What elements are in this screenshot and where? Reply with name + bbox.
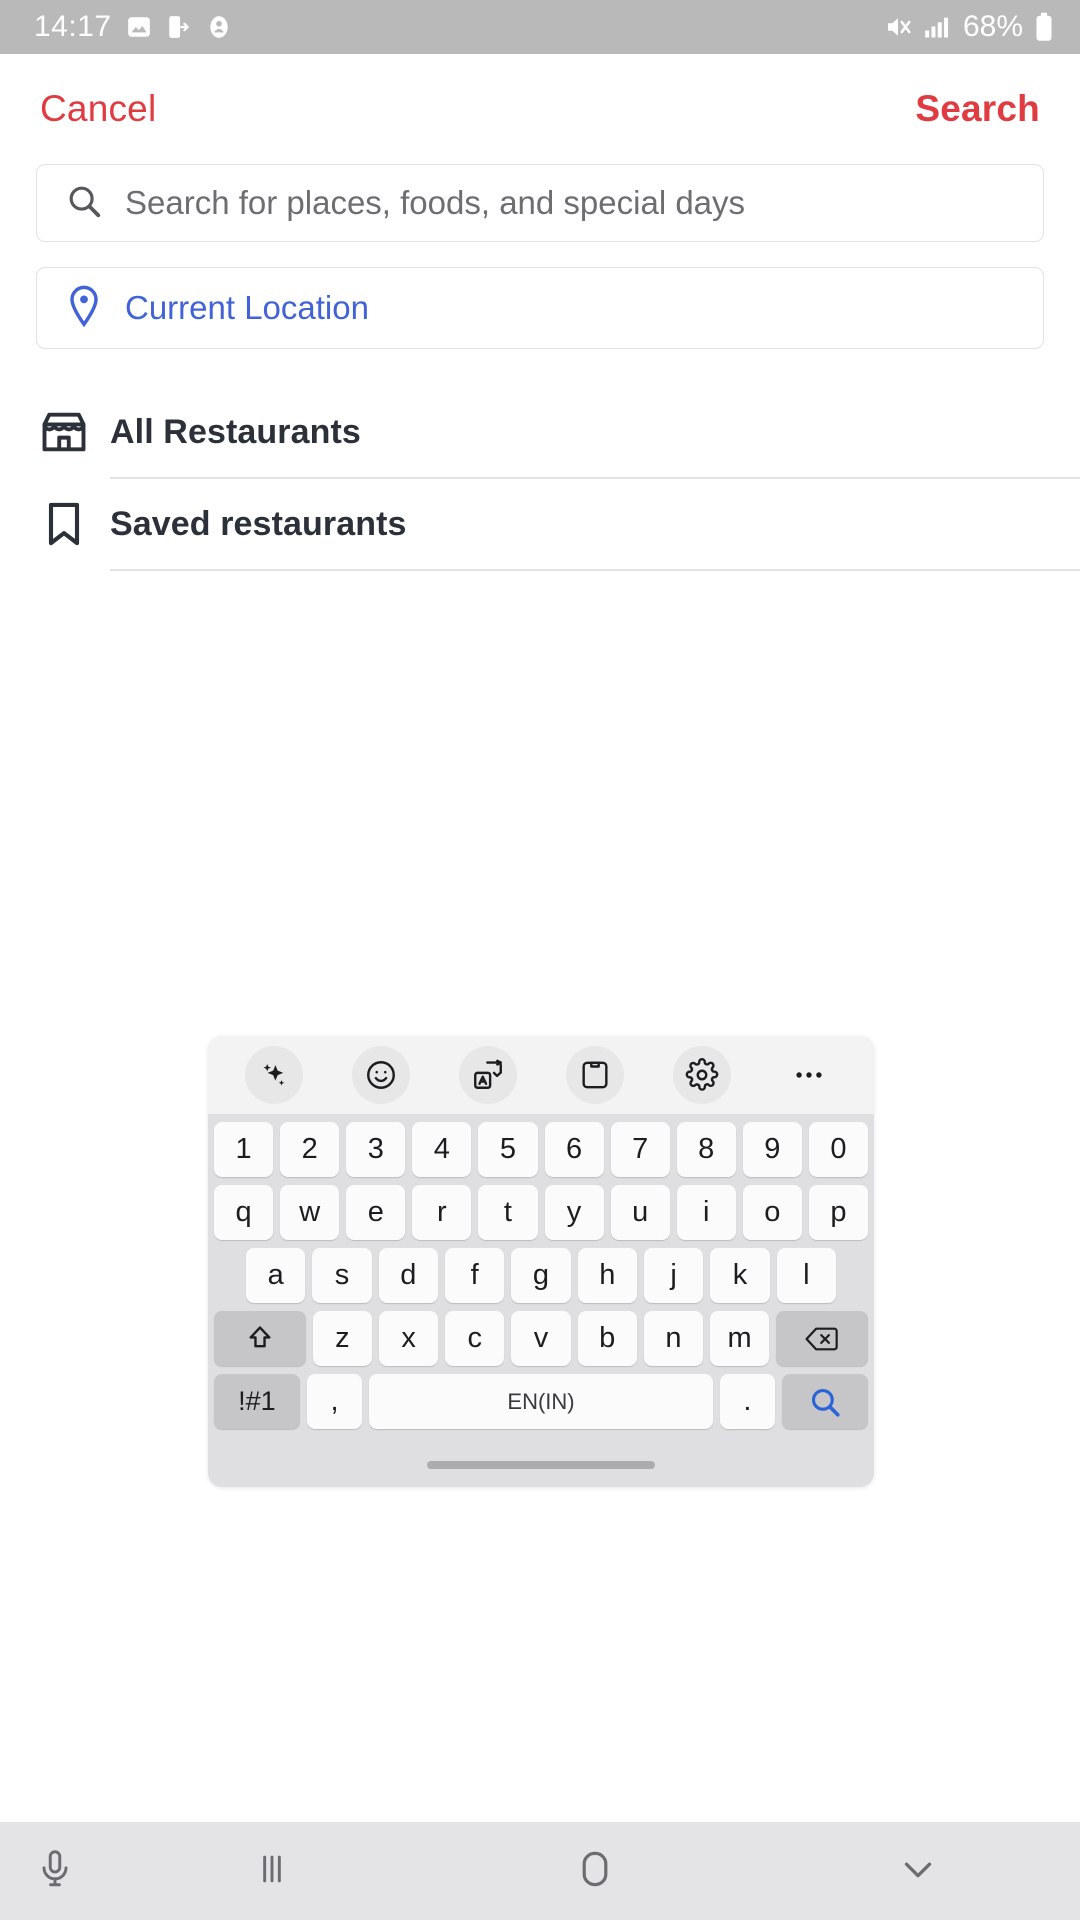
file-transfer-icon xyxy=(166,14,192,40)
signal-icon xyxy=(924,15,952,39)
key-c[interactable]: c xyxy=(445,1311,505,1366)
search-enter-icon[interactable] xyxy=(782,1374,868,1429)
key-n[interactable]: n xyxy=(643,1311,703,1366)
current-location-row[interactable]: Current Location xyxy=(36,267,1044,349)
key-q[interactable]: q xyxy=(214,1185,274,1240)
keyboard-key-rows: 1 2 3 4 5 6 7 8 9 0 q w e r t y u i o p … xyxy=(208,1114,874,1443)
menu-list: All Restaurants Saved restaurants xyxy=(0,387,1080,571)
current-location-label: Current Location xyxy=(125,289,369,326)
gear-icon[interactable] xyxy=(672,1046,731,1104)
key-j[interactable]: j xyxy=(643,1248,704,1303)
status-bar: 14:17 68% xyxy=(0,0,1080,54)
search-icon xyxy=(65,182,103,225)
keyboard-toolbar xyxy=(208,1036,874,1114)
menu-item-label: All Restaurants xyxy=(110,412,361,451)
battery-icon xyxy=(1034,12,1054,42)
status-bar-right: 68% xyxy=(883,10,1054,44)
key-r[interactable]: r xyxy=(412,1185,472,1240)
system-navigation-bar xyxy=(0,1822,1080,1920)
contact-icon xyxy=(206,14,232,40)
keyboard-row-numbers: 1 2 3 4 5 6 7 8 9 0 xyxy=(214,1122,868,1177)
search-input-container[interactable]: Search for places, foods, and special da… xyxy=(36,164,1044,242)
top-action-bar: Cancel Search xyxy=(0,54,1080,164)
nav-home-button[interactable] xyxy=(433,1845,756,1898)
key-p[interactable]: p xyxy=(808,1185,868,1240)
emoji-icon[interactable] xyxy=(351,1046,410,1104)
keyboard-row-zxcv: z x c v b n m xyxy=(214,1311,868,1366)
more-options-icon[interactable] xyxy=(780,1046,838,1104)
menu-item-all-restaurants[interactable]: All Restaurants xyxy=(0,387,1080,477)
key-5[interactable]: 5 xyxy=(478,1122,538,1177)
key-2[interactable]: 2 xyxy=(280,1122,340,1177)
key-e[interactable]: e xyxy=(346,1185,406,1240)
key-i[interactable]: i xyxy=(676,1185,736,1240)
key-comma[interactable]: , xyxy=(306,1374,363,1429)
key-g[interactable]: g xyxy=(511,1248,571,1303)
menu-item-label: Saved restaurants xyxy=(110,504,407,543)
battery-percent-label: 68% xyxy=(962,10,1023,43)
clipboard-icon[interactable] xyxy=(565,1046,624,1104)
key-v[interactable]: v xyxy=(511,1311,571,1366)
menu-item-saved-restaurants[interactable]: Saved restaurants xyxy=(0,479,1080,569)
cancel-button[interactable]: Cancel xyxy=(40,88,156,130)
sparkle-ai-icon[interactable] xyxy=(244,1046,303,1104)
key-z[interactable]: z xyxy=(312,1311,372,1366)
key-9[interactable]: 9 xyxy=(742,1122,802,1177)
key-o[interactable]: o xyxy=(742,1185,802,1240)
keyboard-row-qwerty: q w e r t y u i o p xyxy=(214,1185,868,1240)
on-screen-keyboard: 1 2 3 4 5 6 7 8 9 0 q w e r t y u i o p … xyxy=(208,1036,874,1487)
shift-icon[interactable] xyxy=(214,1311,306,1366)
key-7[interactable]: 7 xyxy=(610,1122,670,1177)
keyboard-row-bottom: !#1 , EN(IN) . xyxy=(214,1374,868,1429)
key-f[interactable]: f xyxy=(445,1248,505,1303)
key-4[interactable]: 4 xyxy=(412,1122,472,1177)
search-button[interactable]: Search xyxy=(915,88,1040,130)
translate-icon[interactable] xyxy=(458,1046,517,1104)
key-1[interactable]: 1 xyxy=(214,1122,274,1177)
home-icon xyxy=(571,1845,619,1898)
bookmark-icon xyxy=(38,498,110,550)
key-m[interactable]: m xyxy=(710,1311,770,1366)
key-t[interactable]: t xyxy=(478,1185,538,1240)
storefront-icon xyxy=(38,406,110,458)
key-6[interactable]: 6 xyxy=(544,1122,604,1177)
key-a[interactable]: a xyxy=(246,1248,306,1303)
key-w[interactable]: w xyxy=(280,1185,340,1240)
key-period[interactable]: . xyxy=(719,1374,776,1429)
nav-hide-keyboard-button[interactable] xyxy=(757,1846,1080,1897)
keyboard-resize-handle-area[interactable] xyxy=(208,1443,874,1487)
key-l[interactable]: l xyxy=(776,1248,836,1303)
key-y[interactable]: y xyxy=(544,1185,604,1240)
backspace-icon[interactable] xyxy=(776,1311,868,1366)
space-key[interactable]: EN(IN) xyxy=(369,1374,713,1429)
key-0[interactable]: 0 xyxy=(808,1122,868,1177)
recents-icon xyxy=(250,1847,294,1896)
key-x[interactable]: x xyxy=(378,1311,439,1366)
search-input[interactable]: Search for places, foods, and special da… xyxy=(125,184,745,222)
nav-recents-button[interactable] xyxy=(110,1847,433,1896)
location-pin-icon xyxy=(65,285,103,332)
mute-icon xyxy=(883,12,913,42)
symbols-key[interactable]: !#1 xyxy=(214,1374,300,1429)
status-time: 14:17 xyxy=(34,10,112,43)
key-d[interactable]: d xyxy=(378,1248,438,1303)
key-3[interactable]: 3 xyxy=(346,1122,406,1177)
keyboard-row-asdf: a s d f g h j k l xyxy=(214,1248,868,1303)
key-u[interactable]: u xyxy=(610,1185,670,1240)
key-h[interactable]: h xyxy=(577,1248,637,1303)
keyboard-resize-handle[interactable] xyxy=(427,1461,655,1469)
microphone-icon xyxy=(33,1847,77,1896)
search-section: Search for places, foods, and special da… xyxy=(0,164,1080,349)
hide-keyboard-icon xyxy=(895,1846,941,1897)
nav-microphone-button[interactable] xyxy=(0,1847,110,1896)
key-8[interactable]: 8 xyxy=(676,1122,736,1177)
status-bar-left: 14:17 xyxy=(34,10,232,44)
image-icon xyxy=(126,14,152,40)
menu-divider xyxy=(110,569,1080,571)
key-k[interactable]: k xyxy=(710,1248,770,1303)
key-b[interactable]: b xyxy=(577,1311,637,1366)
key-s[interactable]: s xyxy=(312,1248,372,1303)
